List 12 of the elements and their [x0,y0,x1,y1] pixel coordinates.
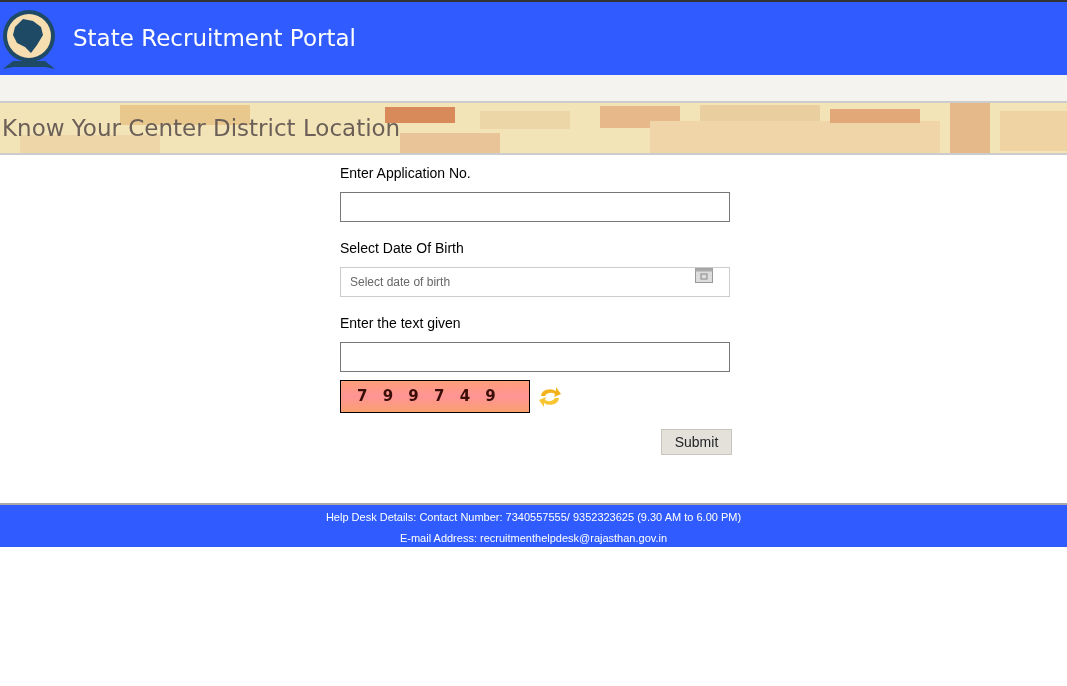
field-label: Enter the text given [340,314,462,333]
field-label: Select Date Of Birth [340,239,465,258]
email-text: E-mail Address: recruitmenthelpdesk@rajasthan.gov.in [399,530,668,546]
application-number-field[interactable] [340,192,730,222]
submit-button[interactable]: Submit [661,429,732,455]
portal-title: State Recruitment Portal [73,24,356,54]
date-field[interactable]: Select date of birth [340,267,730,297]
helpdesk-text: Help Desk Details: Contact Number: 7340557555/ 9352323625 (9.30 AM to 6.00 PM) [325,510,742,525]
captcha-text: 7 9 9 7 4 9 [357,386,501,408]
page-heading: Know Your Center District Location [1,113,401,143]
captcha-answer-field[interactable] [340,342,730,372]
field-label: Enter Application No. [340,164,472,183]
